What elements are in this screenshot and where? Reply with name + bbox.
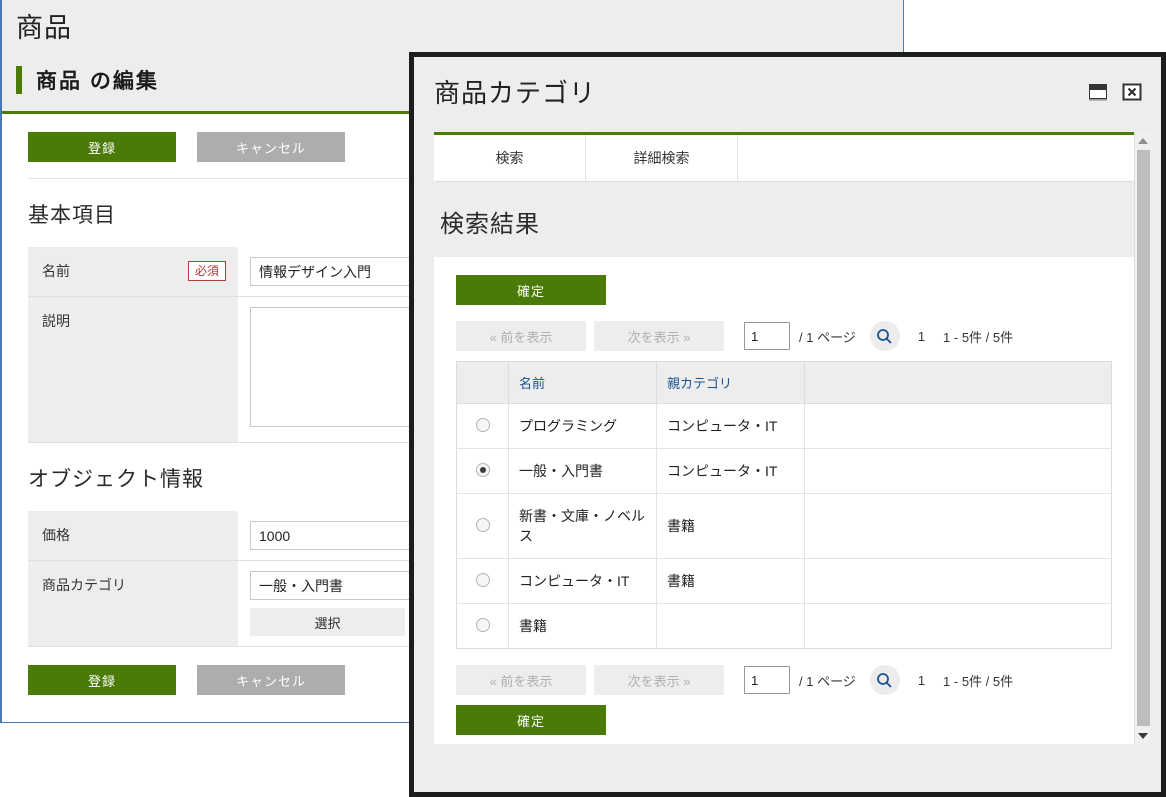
required-badge: 必須 bbox=[187, 261, 226, 281]
pager-bottom: « 前を表示 次を表示 » / 1 ページ 1 1 - bbox=[456, 649, 1112, 705]
field-label-cell-category: 商品カテゴリ bbox=[28, 560, 238, 647]
column-header-blank bbox=[804, 361, 1112, 404]
field-label-cell-name: 名前 必須 bbox=[28, 247, 238, 297]
cancel-button-bottom[interactable]: キャンセル bbox=[197, 665, 345, 695]
table-body: プログラミング コンピュータ・IT 一般・入門書 コンピュータ・IT 新書・文庫… bbox=[456, 403, 1112, 649]
column-header-select bbox=[456, 361, 509, 404]
scroll-down-arrow-icon[interactable] bbox=[1135, 727, 1152, 744]
page-number-input-bottom[interactable] bbox=[744, 666, 790, 694]
tab-advanced-search[interactable]: 詳細検索 bbox=[586, 135, 738, 181]
pager-top: « 前を表示 次を表示 » / 1 ページ 1 1 - bbox=[456, 305, 1112, 361]
search-icon[interactable] bbox=[869, 321, 900, 351]
modal-vertical-scrollbar[interactable] bbox=[1134, 132, 1151, 744]
modal-content: 検索 詳細検索 検索結果 確定 « 前を表示 次を表示 » / 1 ページ bbox=[434, 132, 1151, 744]
row-blank bbox=[804, 448, 1112, 494]
screen: 商品 商品 の編集 登録 キャンセル 基本項目 名前 必須 情報デザイン入門 説… bbox=[0, 0, 1166, 797]
row-blank bbox=[805, 604, 1112, 649]
title-accent-bar bbox=[16, 66, 22, 94]
prev-page-button-top[interactable]: « 前を表示 bbox=[456, 321, 586, 351]
submit-button-bottom[interactable]: 登録 bbox=[28, 665, 176, 695]
result-range-top: 1 - 5件 / 5件 bbox=[943, 329, 1014, 345]
row-radio[interactable] bbox=[475, 572, 490, 587]
row-name: コンピュータ・IT bbox=[508, 558, 657, 604]
next-page-button-top[interactable]: 次を表示 » bbox=[594, 321, 724, 351]
page-total-label-top: / 1 ページ bbox=[799, 329, 856, 345]
row-parent bbox=[656, 603, 805, 649]
field-label-cell-description: 説明 bbox=[28, 296, 238, 443]
submit-button-top[interactable]: 登録 bbox=[28, 132, 176, 162]
page-number-input-top[interactable] bbox=[744, 322, 790, 350]
row-name: 新書・文庫・ノベルス bbox=[508, 493, 657, 559]
restore-window-icon[interactable] bbox=[1087, 81, 1109, 103]
tab-filler bbox=[738, 135, 1134, 181]
modal-title: 商品カテゴリ bbox=[434, 78, 597, 108]
window-controls bbox=[1087, 81, 1143, 103]
table-head: 名前 親カテゴリ bbox=[456, 361, 1112, 404]
modal-inner: 商品カテゴリ 検索 詳細検索 検索結果 確定 « 前を表示 次を表示 » 1 /… bbox=[414, 57, 1161, 792]
row-select-cell bbox=[456, 558, 509, 604]
table-row[interactable]: プログラミング コンピュータ・IT bbox=[456, 403, 1112, 449]
close-window-icon[interactable] bbox=[1121, 81, 1143, 103]
row-blank bbox=[804, 493, 1112, 559]
row-blank bbox=[804, 403, 1112, 449]
search-icon-bottom[interactable] bbox=[869, 665, 900, 695]
field-label-cell-price: 価格 bbox=[28, 511, 238, 561]
row-parent: コンピュータ・IT bbox=[656, 448, 805, 494]
next-page-button-bottom[interactable]: 次を表示 » bbox=[594, 665, 724, 695]
page-title: 商品 の編集 bbox=[36, 70, 159, 93]
results-panel: 確定 « 前を表示 次を表示 » / 1 ページ bbox=[434, 257, 1134, 744]
cancel-button-top[interactable]: キャンセル bbox=[197, 132, 345, 162]
confirm-button-bottom[interactable]: 確定 bbox=[456, 705, 606, 735]
row-radio[interactable] bbox=[475, 417, 490, 432]
row-select-cell bbox=[456, 493, 509, 559]
current-page-number-bottom: 1 bbox=[917, 672, 926, 688]
row-blank bbox=[804, 558, 1112, 604]
row-radio[interactable] bbox=[475, 617, 490, 632]
field-label-description: 説明 bbox=[42, 313, 70, 329]
row-name: 一般・入門書 bbox=[508, 448, 657, 494]
row-name: 書籍 bbox=[508, 603, 657, 649]
table-row[interactable]: 一般・入門書 コンピュータ・IT bbox=[456, 448, 1112, 494]
row-parent: 書籍 bbox=[656, 558, 805, 604]
scrollbar-thumb[interactable] bbox=[1137, 150, 1150, 726]
row-parent: コンピュータ・IT bbox=[656, 403, 805, 449]
row-name: プログラミング bbox=[508, 403, 657, 449]
field-label-name: 名前 bbox=[42, 263, 70, 279]
tab-search[interactable]: 検索 bbox=[434, 135, 586, 181]
modal-scroll-area: 検索 詳細検索 検索結果 確定 « 前を表示 次を表示 » / 1 ページ bbox=[434, 132, 1134, 744]
column-header-name[interactable]: 名前 bbox=[508, 361, 657, 404]
table-row[interactable]: 書籍 bbox=[456, 603, 1112, 649]
row-select-cell bbox=[456, 603, 509, 649]
app-title: 商品 bbox=[16, 13, 72, 43]
table-row[interactable]: 新書・文庫・ノベルス 書籍 bbox=[456, 493, 1112, 559]
category-picker-modal: 商品カテゴリ 検索 詳細検索 検索結果 確定 « 前を表示 次を表示 » 1 /… bbox=[409, 52, 1166, 797]
category-results-table: 名前 親カテゴリ プログラミング コンピュータ・IT 一般・入門書 コンピュータ… bbox=[456, 361, 1112, 649]
prev-page-button-bottom[interactable]: « 前を表示 bbox=[456, 665, 586, 695]
row-radio[interactable] bbox=[475, 517, 490, 532]
column-header-parent[interactable]: 親カテゴリ bbox=[656, 361, 805, 404]
results-heading: 検索結果 bbox=[434, 182, 1134, 257]
row-parent: 書籍 bbox=[656, 493, 805, 559]
field-label-price: 価格 bbox=[42, 527, 70, 543]
modal-titlebar: 商品カテゴリ bbox=[414, 57, 1161, 122]
scroll-up-arrow-icon[interactable] bbox=[1135, 132, 1152, 149]
row-select-cell bbox=[456, 448, 509, 494]
page-total-label-bottom: / 1 ページ bbox=[799, 673, 856, 689]
table-row[interactable]: コンピュータ・IT 書籍 bbox=[456, 558, 1112, 604]
row-select-cell bbox=[456, 403, 509, 449]
result-range-bottom: 1 - 5件 / 5件 bbox=[943, 673, 1014, 689]
category-select-button[interactable]: 選択 bbox=[250, 608, 405, 636]
row-radio-selected[interactable] bbox=[475, 462, 490, 477]
table-header-row: 名前 親カテゴリ bbox=[456, 361, 1112, 404]
modal-tabs: 検索 詳細検索 bbox=[434, 132, 1134, 182]
confirm-button-top[interactable]: 確定 bbox=[456, 275, 606, 305]
current-page-number-top: 1 bbox=[917, 328, 926, 344]
field-label-category: 商品カテゴリ bbox=[42, 577, 126, 593]
